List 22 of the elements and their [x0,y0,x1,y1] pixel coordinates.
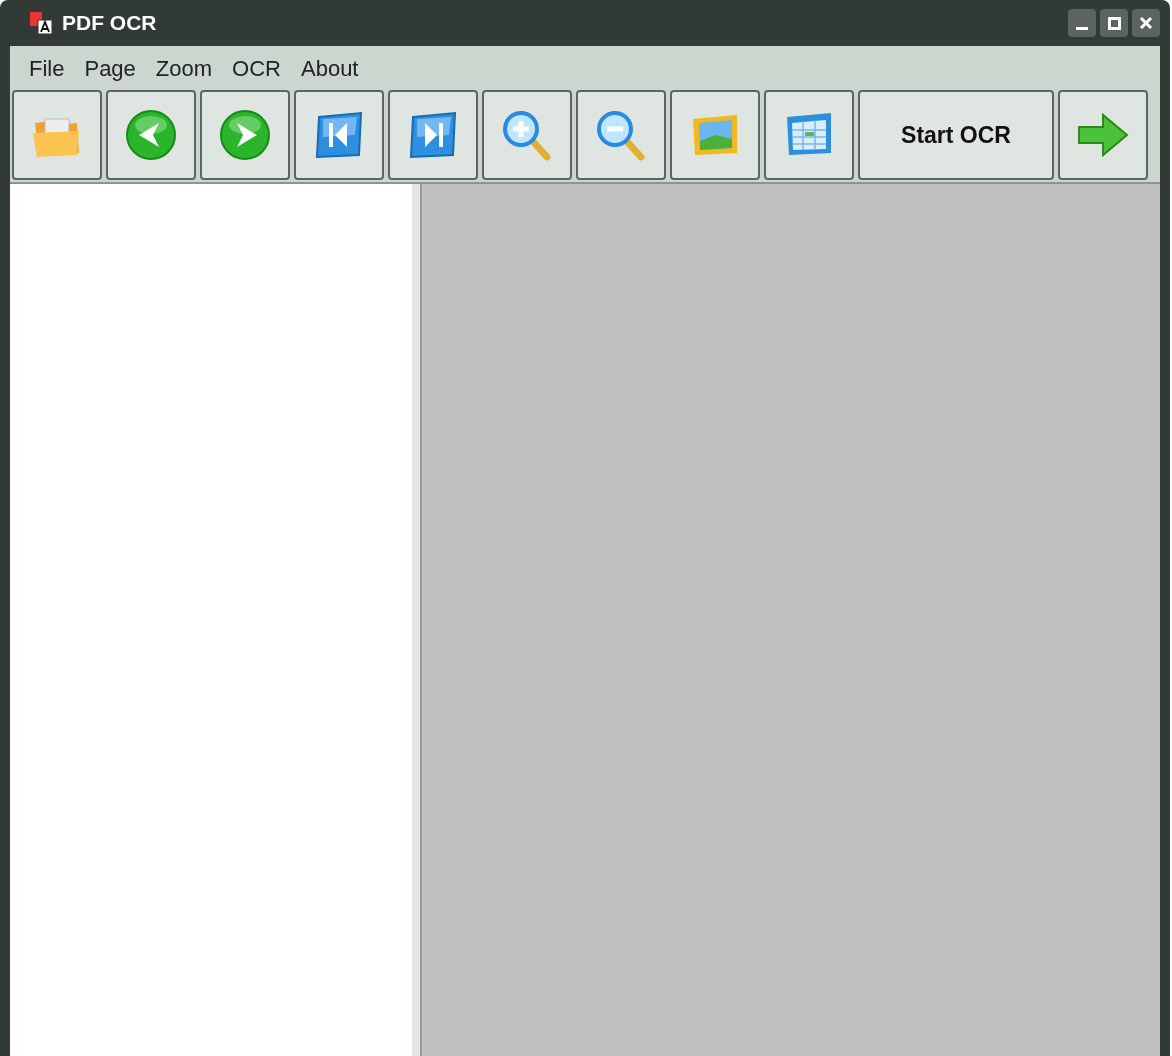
toolbar-button[interactable] [106,90,196,180]
toolbar-button[interactable] [482,90,572,180]
close-button[interactable] [1132,9,1160,37]
menu-item[interactable]: Page [77,51,143,85]
menu-item[interactable]: OCR [225,51,288,85]
toolbar-button[interactable] [12,90,102,180]
toolbar-button[interactable] [764,90,854,180]
toolbar-button[interactable] [1058,90,1148,180]
toolbar-button[interactable] [388,90,478,180]
toolbar-button[interactable] [200,90,290,180]
app-icon [28,10,54,36]
toolbar-button[interactable] [670,90,760,180]
toolbar-button[interactable] [576,90,666,180]
menu-item[interactable]: Zoom [148,51,220,85]
toolbar-button[interactable] [294,90,384,180]
window-title: PDF OCR [62,10,157,37]
start-ocr-button[interactable]: Start OCR [858,90,1054,180]
maximize-button[interactable] [1100,9,1128,37]
minimize-button[interactable] [1068,9,1096,37]
menu-item[interactable]: File [22,51,72,85]
menu-item[interactable]: About [294,51,366,85]
close-icon [1139,16,1153,30]
